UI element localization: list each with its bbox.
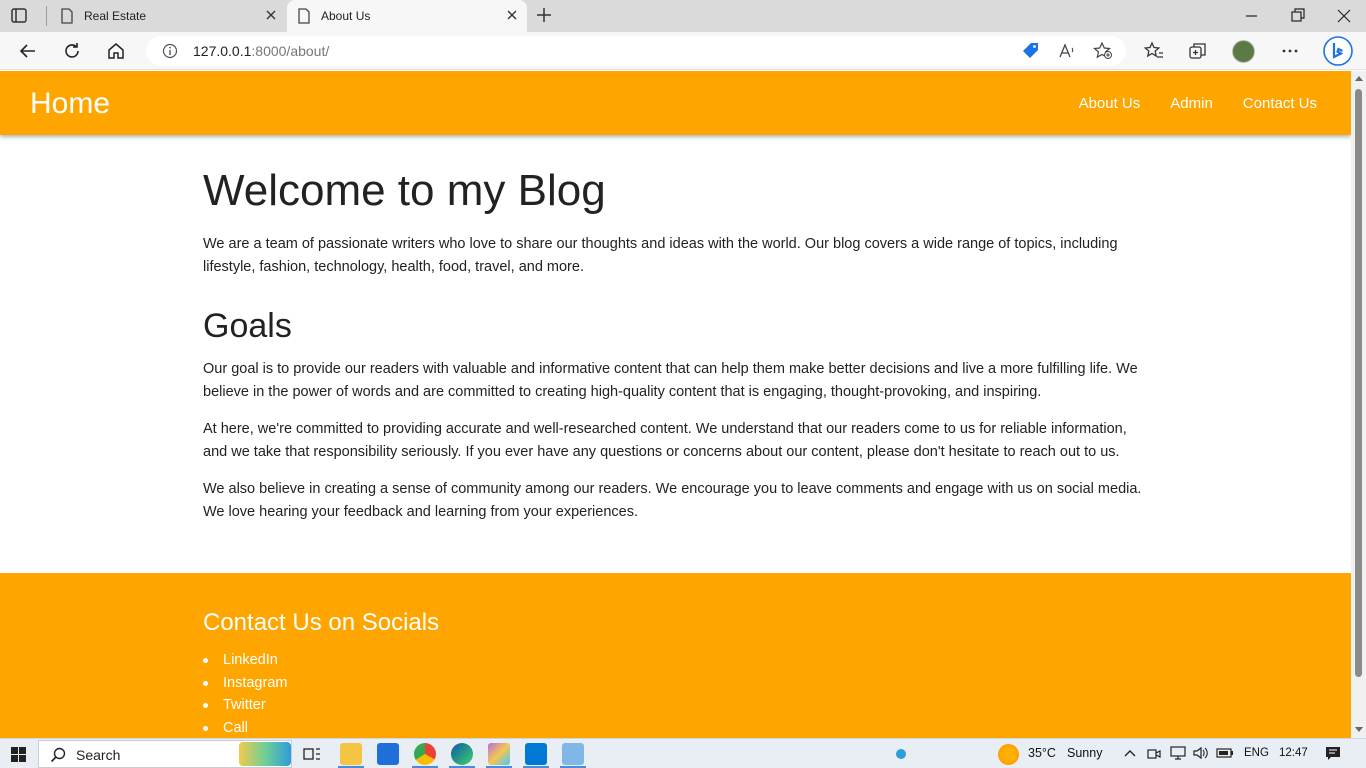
chrome-icon[interactable]	[414, 743, 436, 765]
nav-admin[interactable]: Admin	[1170, 95, 1213, 112]
tab-label: About Us	[321, 9, 371, 23]
url-text[interactable]: 127.0.0.1:8000/about/	[193, 43, 329, 59]
battery-icon[interactable]	[1216, 747, 1234, 759]
collections-icon[interactable]	[1188, 41, 1208, 61]
restore-icon[interactable]	[1290, 6, 1306, 26]
social-link-linkedin[interactable]: LinkedIn	[203, 649, 287, 672]
new-tab-icon[interactable]	[536, 7, 552, 23]
bing-chat-icon[interactable]	[1322, 35, 1354, 67]
search-highlight-image	[239, 742, 291, 766]
tab-actions-icon[interactable]	[10, 7, 30, 25]
main-content: Welcome to my Blog We are a team of pass…	[203, 167, 1143, 538]
add-favorite-icon[interactable]	[1093, 42, 1113, 60]
meet-now-icon[interactable]	[1147, 747, 1161, 761]
page-icon	[61, 8, 73, 24]
url-host: 127.0.0.1	[193, 43, 252, 59]
vscode-icon[interactable]	[525, 743, 547, 765]
main-nav: About Us Admin Contact Us	[1079, 95, 1317, 112]
community-paragraph: We also believe in creating a sense of c…	[203, 481, 1142, 520]
network-icon[interactable]	[1170, 746, 1186, 760]
help-icon[interactable]	[896, 749, 906, 759]
sun-weather-icon[interactable]	[998, 744, 1019, 765]
favorites-icon[interactable]	[1144, 41, 1164, 61]
more-options-icon[interactable]	[1280, 41, 1300, 61]
weather-description[interactable]: Sunny	[1067, 746, 1102, 760]
page-scrollbar[interactable]	[1351, 71, 1366, 738]
minimize-icon[interactable]	[1244, 6, 1260, 26]
refresh-icon[interactable]	[62, 41, 82, 61]
browser-toolbar: 127.0.0.1:8000/about/	[0, 32, 1366, 70]
windows-taskbar: Search 35°C Sunny ENG 12:47	[0, 738, 1366, 768]
goals-paragraph: Our goal is to provide our readers with …	[203, 361, 1138, 400]
show-hidden-icons-chevron-icon[interactable]	[1124, 749, 1136, 757]
close-tab-icon[interactable]	[264, 8, 278, 22]
weather-temperature[interactable]: 35°C	[1028, 746, 1056, 760]
brand-home-link[interactable]: Home	[30, 87, 110, 121]
volume-icon[interactable]	[1193, 746, 1209, 760]
social-link-instagram[interactable]: Instagram	[203, 672, 287, 695]
tab-about-us[interactable]: About Us	[287, 0, 527, 32]
tab-label: Real Estate	[84, 9, 147, 23]
social-link-call[interactable]: Call	[203, 717, 287, 738]
scroll-up-icon[interactable]	[1355, 75, 1363, 81]
task-view-icon[interactable]	[303, 746, 321, 762]
store-icon[interactable]	[377, 743, 399, 765]
design-app-icon[interactable]	[488, 743, 510, 765]
close-window-icon[interactable]	[1336, 6, 1352, 26]
file-explorer-icon[interactable]	[340, 743, 362, 765]
page-title: Welcome to my Blog	[203, 166, 606, 215]
scroll-thumb[interactable]	[1355, 89, 1362, 677]
language-indicator[interactable]: ENG	[1244, 747, 1269, 759]
close-tab-icon[interactable]	[505, 8, 519, 22]
search-label: Search	[76, 747, 121, 763]
notepad-icon[interactable]	[562, 743, 584, 765]
site-info-icon[interactable]	[162, 43, 178, 59]
read-aloud-icon[interactable]	[1058, 42, 1076, 60]
back-icon[interactable]	[18, 41, 38, 61]
socials-list: LinkedIn Instagram Twitter Call	[203, 649, 287, 738]
address-bar[interactable]: 127.0.0.1:8000/about/	[146, 36, 1126, 66]
footer-title: Contact Us on Socials	[203, 609, 440, 636]
goals-heading: Goals	[203, 307, 292, 345]
shopping-tag-icon[interactable]	[1022, 42, 1040, 60]
edge-icon[interactable]	[451, 743, 473, 765]
notifications-icon[interactable]	[1325, 746, 1341, 762]
commitment-paragraph: At here, we're committed to providing ac…	[203, 421, 1127, 460]
browser-tab-bar: Real Estate About Us	[0, 0, 1366, 32]
nav-contact-us[interactable]: Contact Us	[1243, 95, 1317, 112]
profile-avatar[interactable]	[1232, 40, 1255, 63]
url-path: :8000/about/	[251, 43, 330, 59]
home-icon[interactable]	[106, 41, 126, 61]
scroll-down-icon[interactable]	[1355, 727, 1363, 733]
search-icon	[50, 747, 66, 763]
social-link-twitter[interactable]: Twitter	[203, 694, 287, 717]
tab-separator	[46, 6, 47, 26]
taskbar-search-box[interactable]: Search	[38, 740, 292, 768]
nav-about-us[interactable]: About Us	[1079, 95, 1141, 112]
site-header: Home About Us Admin Contact Us	[0, 71, 1351, 135]
windows-start-icon[interactable]	[11, 747, 26, 762]
intro-paragraph: We are a team of passionate writers who …	[203, 236, 1118, 275]
site-footer: Contact Us on Socials LinkedIn Instagram…	[0, 573, 1351, 738]
clock[interactable]: 12:47	[1279, 747, 1308, 759]
page-icon	[298, 8, 310, 24]
tab-real-estate[interactable]: Real Estate	[50, 0, 286, 32]
page-viewport: Home About Us Admin Contact Us Welcome t…	[0, 71, 1351, 738]
